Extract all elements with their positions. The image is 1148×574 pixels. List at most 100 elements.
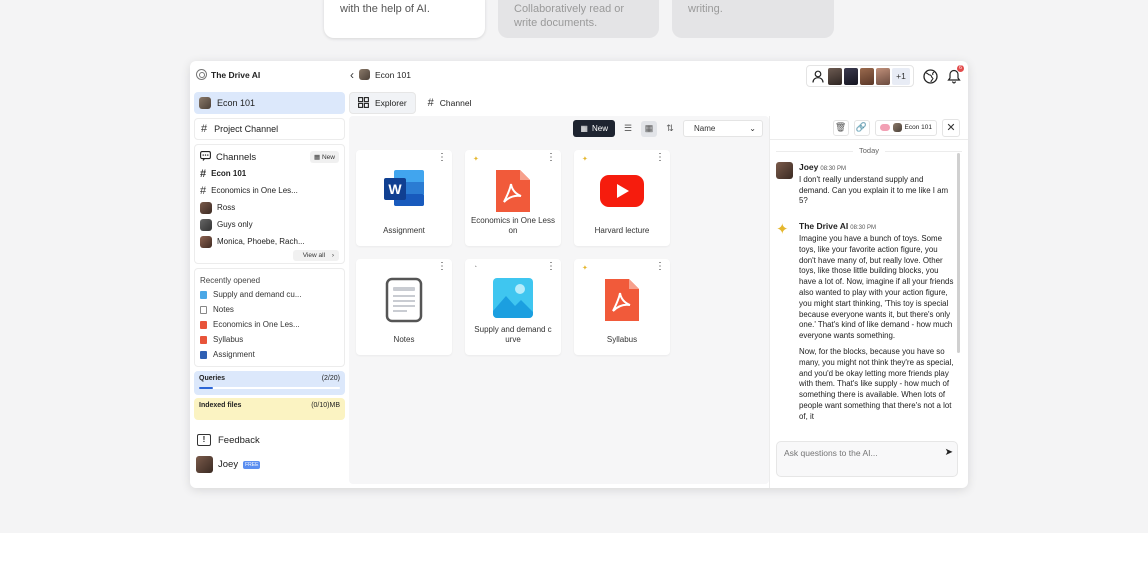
svg-text:W: W: [388, 181, 402, 197]
notes-icon: [385, 277, 423, 328]
chat-message: Joey 08:30 PM I don't really understand s…: [776, 162, 956, 212]
recent-item[interactable]: Supply and demand cu...: [200, 287, 339, 302]
more-options-icon[interactable]: ⋮: [546, 153, 556, 163]
channel-name: Econ 101: [211, 169, 247, 178]
new-file-button[interactable]: ▦ New: [573, 120, 615, 137]
feature-card-text: with the help of AI.: [340, 3, 430, 15]
file-name: Assignment: [383, 226, 425, 235]
file-card[interactable]: ⋮ W Assignment: [356, 150, 452, 246]
globe-icon[interactable]: [922, 68, 938, 84]
tab-explorer[interactable]: Explorer: [349, 92, 416, 114]
indexed-files-usage: Indexed files (0/10)MB: [194, 398, 345, 420]
message-author: The Drive AI: [799, 221, 849, 232]
member-avatar: [876, 67, 890, 85]
channel-item[interactable]: Ross: [200, 199, 339, 216]
channel-item[interactable]: # Econ 101: [200, 165, 339, 182]
members-button[interactable]: +1: [806, 65, 914, 87]
tab-channel[interactable]: # Channel: [420, 92, 480, 114]
channel-item[interactable]: # Economics in One Les...: [200, 182, 339, 199]
send-icon[interactable]: ➤: [945, 447, 953, 458]
trash-icon[interactable]: 🗑: [832, 119, 849, 136]
channel-item[interactable]: Monica, Phoebe, Rach...: [200, 233, 339, 250]
recent-item-label: Economics in One Les...: [213, 320, 300, 329]
view-tabs: Explorer # Channel: [349, 92, 479, 114]
grid-view-icon[interactable]: ▦: [641, 120, 657, 137]
chat-message: ✦ The Drive AI 08:30 PM Imagine you have …: [776, 221, 956, 427]
user-name: Joey: [218, 459, 239, 470]
recent-item[interactable]: Notes: [200, 302, 339, 317]
avatar: [776, 162, 793, 179]
sort-select[interactable]: Name ⌄: [683, 120, 763, 137]
channel-name: Ross: [217, 203, 236, 212]
user-icon: [810, 68, 826, 84]
sidebar-item-project-channel[interactable]: # Project Channel: [194, 118, 345, 140]
plan-badge: FREE: [243, 460, 261, 469]
pdf-file-icon: [200, 320, 207, 329]
context-chip[interactable]: Econ 101: [874, 119, 937, 136]
channel-avatar: [200, 201, 212, 214]
pdf-icon: [603, 277, 641, 328]
group-avatar: [200, 218, 212, 231]
channel-name: Monica, Phoebe, Rach...: [217, 237, 305, 246]
file-card[interactable]: ⋮ Notes: [356, 259, 452, 355]
feature-card-text: writing.: [688, 3, 723, 15]
more-options-icon[interactable]: ⋮: [655, 153, 665, 163]
sort-value: Name: [694, 124, 716, 133]
chevron-down-icon: ⌄: [749, 124, 756, 133]
message-list: Joey 08:30 PM I don't really understand s…: [776, 162, 956, 436]
channels-header: Channels ▦ New: [200, 149, 339, 165]
tab-label: Explorer: [375, 98, 407, 108]
message-text: I don't really understand supply and dem…: [799, 174, 949, 206]
view-all-button[interactable]: View all ›: [292, 250, 339, 261]
context-label: Econ 101: [904, 124, 932, 131]
chat-scrollbar[interactable]: [957, 153, 960, 353]
link-icon[interactable]: 🔗: [853, 119, 870, 136]
file-card[interactable]: ✦ ⋮ Syllabus: [574, 259, 670, 355]
file-card[interactable]: ✦ ⋮ Harvard lecture: [574, 150, 670, 246]
file-name: Supply and demand c urve: [474, 325, 552, 344]
recent-item[interactable]: Economics in One Les...: [200, 317, 339, 332]
recent-item[interactable]: Syllabus: [200, 332, 339, 347]
more-options-icon[interactable]: ⋮: [437, 262, 447, 272]
more-options-icon[interactable]: ⋮: [546, 262, 556, 272]
brand-logo-icon: [196, 69, 207, 80]
back-chevron-icon[interactable]: ‹: [350, 69, 354, 81]
file-card[interactable]: ✦ ⋮ Economics in One Less on: [465, 150, 561, 246]
sidebar: Econ 101 # Project Channel Channels ▦ Ne…: [194, 92, 345, 473]
hash-icon: #: [200, 184, 207, 197]
new-channel-button[interactable]: ▦ New: [310, 151, 339, 163]
close-icon[interactable]: ✕: [942, 118, 960, 137]
file-card[interactable]: ◔ ⋮ Supply and demand c urve: [465, 259, 561, 355]
feature-card-1[interactable]: with the help of AI.: [324, 0, 485, 38]
extra-members-count: +1: [892, 67, 910, 85]
indexed-files-value: (0/10)MB: [311, 402, 340, 409]
sparkle-icon: ✦: [776, 221, 789, 239]
chat-input-box: ➤: [776, 441, 958, 477]
queries-progress-track: [199, 387, 340, 389]
word-file-icon: [200, 350, 207, 359]
feature-card-text: Collaboratively read or write documents.: [514, 3, 625, 29]
list-view-icon[interactable]: ☰: [620, 121, 636, 137]
feature-card-2[interactable]: Collaboratively read or write documents.: [498, 0, 659, 38]
sidebar-item-econ-101[interactable]: Econ 101: [194, 92, 345, 114]
new-file-label: New: [591, 124, 608, 133]
feature-card-3[interactable]: writing.: [672, 0, 834, 38]
more-options-icon[interactable]: ⋮: [437, 153, 447, 163]
recent-item[interactable]: Assignment: [200, 347, 339, 362]
bell-icon[interactable]: 6: [946, 65, 964, 84]
feedback-button[interactable]: ! Feedback: [194, 434, 345, 446]
brand[interactable]: The Drive AI: [196, 69, 260, 80]
chat-input[interactable]: [784, 448, 934, 458]
user-profile[interactable]: Joey FREE: [194, 456, 345, 473]
brain-icon: [879, 124, 890, 131]
sort-icon[interactable]: ⇅: [662, 121, 678, 137]
breadcrumb-channel: Econ 101: [375, 69, 411, 80]
channels-panel: Channels ▦ New # Econ 101 # Economics in O…: [194, 144, 345, 264]
channel-item[interactable]: Guys only: [200, 216, 339, 233]
more-options-icon[interactable]: ⋮: [655, 262, 665, 272]
sparkle-icon: ✦: [582, 156, 588, 163]
message-time: 08:30 PM: [820, 166, 847, 172]
member-avatar: [844, 67, 858, 85]
image-file-icon: [200, 290, 207, 299]
message-author: Joey: [799, 162, 819, 172]
